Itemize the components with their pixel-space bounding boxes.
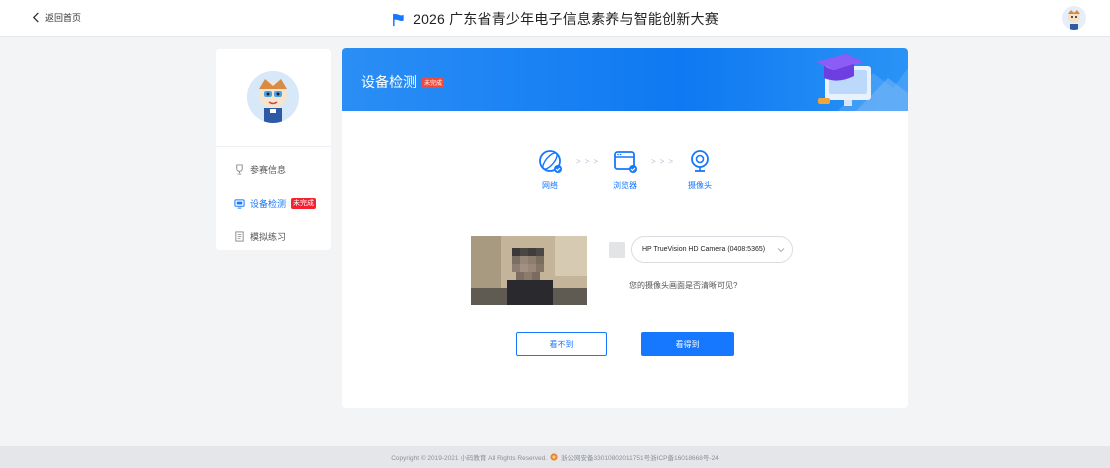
page-title-wrap: 2026 广东省青少年电子信息素养与智能创新大赛 xyxy=(0,9,1110,29)
step-label: 浏览器 xyxy=(613,181,637,190)
status-badge: 未完成 xyxy=(422,76,445,88)
footer-copyright: Copyright © 2019-2021 小码教育 All Rights Re… xyxy=(391,455,548,462)
flag-icon xyxy=(393,13,404,26)
sidebar: 参赛信息 设备检测 未完成 模拟练习 xyxy=(216,49,331,250)
step-camera: 摄像头 xyxy=(678,148,722,191)
step-label: 网络 xyxy=(542,181,558,190)
sidebar-item-label: 模拟练习 xyxy=(250,232,287,242)
step-arrows: >>> xyxy=(651,157,678,166)
user-avatar[interactable] xyxy=(1062,6,1086,30)
document-icon xyxy=(235,231,244,242)
camera-preview xyxy=(471,236,587,305)
browser-icon xyxy=(614,151,637,173)
camera-question: 您的摄像头画面是否清晰可见? xyxy=(629,281,738,290)
check-steps: 网络 >>> 浏览器 >>> 摄像头 xyxy=(528,148,728,198)
footer-record[interactable]: 浙公网安备33010802011751号浙ICP备16018668号-24 xyxy=(561,452,719,462)
can-see-button[interactable]: 看得到 xyxy=(641,332,734,356)
device-check-card: 设备检测 未完成 网络 >>> 浏览器 >>> 摄像头 HP TrueVisio… xyxy=(342,48,908,408)
profile-avatar xyxy=(247,71,299,123)
camera-select-value: HP TrueVision HD Camera (0408:5365) xyxy=(642,246,766,253)
card-title: 设备检测 xyxy=(361,74,417,90)
page-footer: Copyright © 2019-2021 小码教育 All Rights Re… xyxy=(0,446,1110,468)
page-title: 2026 广东省青少年电子信息素养与智能创新大赛 xyxy=(413,11,719,27)
camera-confirm-checkbox[interactable] xyxy=(609,242,625,258)
trophy-icon xyxy=(236,164,243,175)
step-browser: 浏览器 xyxy=(603,148,647,191)
network-globe-icon xyxy=(539,150,562,173)
computer-illustration-icon xyxy=(816,54,908,111)
sidebar-item-label: 设备检测 xyxy=(250,199,287,209)
card-title-wrap: 设备检测 未完成 xyxy=(361,72,445,92)
top-header: 返回首页 2026 广东省青少年电子信息素养与智能创新大赛 xyxy=(0,0,1110,37)
status-badge: 未完成 xyxy=(291,198,317,209)
camera-feed-image xyxy=(471,236,587,305)
device-icon xyxy=(234,199,245,209)
camera-icon xyxy=(691,150,709,172)
step-network: 网络 xyxy=(528,148,572,191)
sidebar-item-entry-info[interactable]: 参赛信息 xyxy=(234,163,286,176)
chevron-down-icon xyxy=(777,248,785,253)
step-label: 摄像头 xyxy=(688,181,712,190)
sidebar-item-practice[interactable]: 模拟练习 xyxy=(234,230,286,243)
card-banner: 设备检测 未完成 xyxy=(342,48,908,111)
camera-select-dropdown[interactable]: HP TrueVision HD Camera (0408:5365) xyxy=(631,236,793,263)
step-arrows: >>> xyxy=(576,157,603,166)
avatar-cartoon-icon xyxy=(1062,6,1086,30)
cant-see-button[interactable]: 看不到 xyxy=(516,332,607,356)
police-badge-icon xyxy=(550,453,558,461)
sidebar-item-device-check[interactable]: 设备检测 未完成 xyxy=(234,197,317,210)
sidebar-item-label: 参赛信息 xyxy=(250,165,287,175)
avatar-cartoon-icon xyxy=(247,71,299,123)
sidebar-divider xyxy=(216,146,331,147)
